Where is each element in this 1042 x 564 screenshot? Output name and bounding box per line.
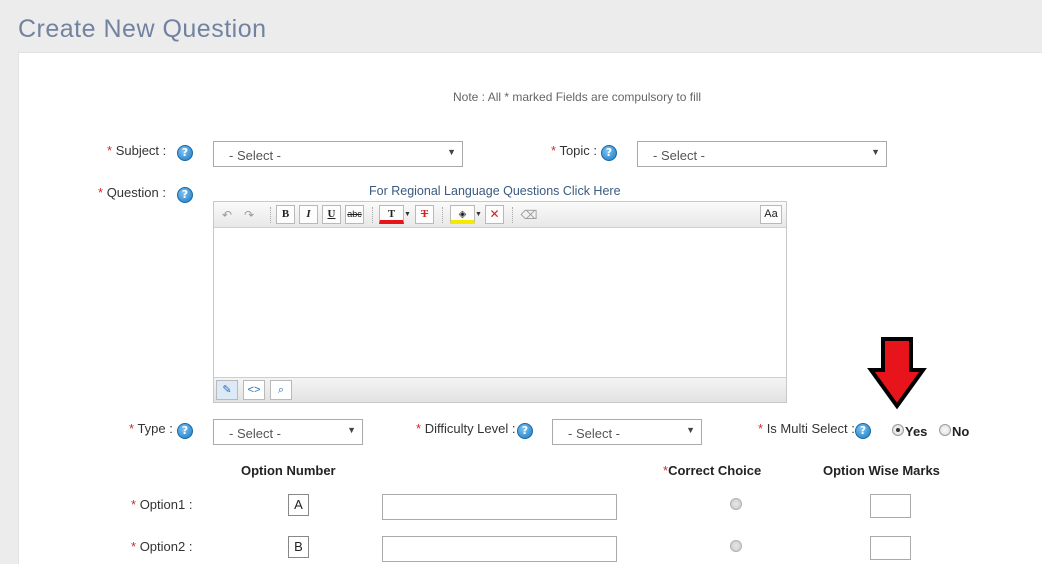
toolbar-divider xyxy=(372,207,373,223)
subject-label: * Subject : xyxy=(107,143,167,158)
highlight-icon[interactable]: ◈ xyxy=(450,205,475,224)
font-color-icon[interactable]: T xyxy=(379,205,404,224)
chevron-down-icon[interactable]: ▼ xyxy=(403,206,412,224)
design-mode-icon[interactable]: ✎ xyxy=(216,380,238,400)
chevron-down-icon: ▼ xyxy=(347,425,356,435)
question-help-icon[interactable]: ? xyxy=(177,187,193,203)
editor-mode-bar: ✎ <> ⌕ xyxy=(214,377,786,402)
page-title: Create New Question xyxy=(18,15,267,43)
option2-label: * Option2 : xyxy=(131,539,193,554)
type-label: * Type : xyxy=(129,421,173,436)
regional-language-link[interactable]: For Regional Language Questions Click He… xyxy=(369,184,621,198)
type-select[interactable]: - Select - ▼ xyxy=(213,419,363,445)
question-text-area[interactable] xyxy=(214,228,786,377)
toolbar-divider xyxy=(270,207,271,223)
difficulty-help-icon[interactable]: ? xyxy=(517,423,533,439)
option2-marks-input[interactable] xyxy=(870,536,911,560)
form-panel: Note : All * marked Fields are compulsor… xyxy=(18,52,1042,564)
eraser-icon[interactable]: ⌫ xyxy=(520,206,538,224)
topic-label: * Topic : xyxy=(551,143,598,158)
option1-marks-input[interactable] xyxy=(870,494,911,518)
redo-icon[interactable]: ↷ xyxy=(240,206,258,224)
multi-select-no-label: No xyxy=(952,424,970,439)
html-mode-icon[interactable]: <> xyxy=(243,380,265,400)
case-icon[interactable]: Aa xyxy=(760,205,782,224)
remove-highlight-icon[interactable]: ✕ xyxy=(485,205,504,224)
option2-text-input[interactable] xyxy=(382,536,617,562)
undo-icon[interactable]: ↶ xyxy=(218,206,236,224)
remove-format-icon[interactable]: T xyxy=(415,205,434,224)
option2-letter: B xyxy=(288,536,309,558)
option1-letter: A xyxy=(288,494,309,516)
type-help-icon[interactable]: ? xyxy=(177,423,193,439)
preview-icon[interactable]: ⌕ xyxy=(270,380,292,400)
bold-icon[interactable]: B xyxy=(276,205,295,224)
option-number-header: Option Number xyxy=(241,463,336,478)
difficulty-select[interactable]: - Select - ▼ xyxy=(552,419,702,445)
difficulty-label: * Difficulty Level : xyxy=(416,421,516,436)
chevron-down-icon: ▼ xyxy=(447,147,456,157)
question-label: * Question : xyxy=(98,185,166,200)
toolbar-divider xyxy=(442,207,443,223)
italic-icon[interactable]: I xyxy=(299,205,318,224)
chevron-down-icon: ▼ xyxy=(871,147,880,157)
option1-label: * Option1 : xyxy=(131,497,193,512)
toolbar-divider xyxy=(512,207,513,223)
strikethrough-icon[interactable]: abc xyxy=(345,205,364,224)
option1-text-input[interactable] xyxy=(382,494,617,520)
underline-icon[interactable]: U xyxy=(322,205,341,224)
subject-help-icon[interactable]: ? xyxy=(177,145,193,161)
required-mark: * xyxy=(107,143,113,158)
multi-select-yes-label: Yes xyxy=(905,424,928,439)
question-editor: ↶ ↷ B I U abc T ▼ T ◈ ▼ ✕ ⌫ Aa ✎ <> ⌕ xyxy=(213,201,787,403)
multi-select-yes-radio[interactable] xyxy=(892,424,904,436)
red-arrow-annotation xyxy=(867,337,927,410)
option-marks-header: Option Wise Marks xyxy=(823,463,940,478)
chevron-down-icon: ▼ xyxy=(686,425,695,435)
compulsory-note: Note : All * marked Fields are compulsor… xyxy=(453,90,702,104)
multi-select-help-icon[interactable]: ? xyxy=(855,423,871,439)
editor-toolbar: ↶ ↷ B I U abc T ▼ T ◈ ▼ ✕ ⌫ Aa xyxy=(214,202,786,228)
option1-correct-radio[interactable] xyxy=(730,498,742,510)
chevron-down-icon[interactable]: ▼ xyxy=(474,206,483,224)
option2-correct-radio[interactable] xyxy=(730,540,742,552)
multi-select-label: * Is Multi Select : xyxy=(758,421,855,436)
topic-select[interactable]: - Select - ▼ xyxy=(637,141,887,167)
correct-choice-header: *Correct Choice xyxy=(663,463,762,478)
subject-select[interactable]: - Select - ▼ xyxy=(213,141,463,167)
topic-help-icon[interactable]: ? xyxy=(601,145,617,161)
multi-select-no-radio[interactable] xyxy=(939,424,951,436)
